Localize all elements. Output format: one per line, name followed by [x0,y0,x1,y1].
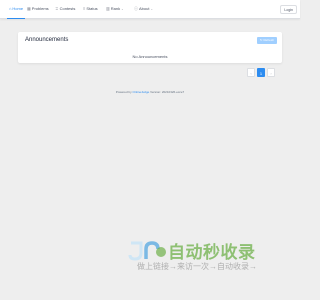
empty-announcements-text: No Announcements [132,54,168,59]
watermark-subtitle: 做上链接→来访一次→自动收录→ [137,262,257,271]
nav-item-problems[interactable]: ▦Problems [27,0,49,18]
footer-project-link[interactable]: OnlineJudge [132,90,149,94]
pagination-prev-button[interactable]: ‹ [247,68,255,77]
grid-icon: ▦ [27,6,31,11]
nav-item-label: Problems [31,6,49,11]
nav-item-label: Rank [110,6,121,11]
watermark: 自动秒收录 做上链接→来访一次→自动收录→ [128,235,278,275]
top-navbar: ⌂Home ▦Problems ♖Contests ≡Status ▥Rank⌄… [0,0,300,19]
refresh-icon: ↻ [259,38,263,42]
nav-item-status[interactable]: ≡Status [83,0,98,18]
announcements-title: Announcements [25,37,69,43]
nav-item-home[interactable]: ⌂Home [6,0,26,19]
nav-item-label: Contests [59,6,76,11]
info-icon: ⓘ [134,6,138,11]
refresh-button-label: Refresh [263,38,275,42]
nav-item-label: Status [86,6,98,11]
trophy-icon: ♖ [55,6,59,11]
footer-version: Version: 20210326-ecce7 [150,90,185,94]
nav-item-rank[interactable]: ▥Rank⌄ [106,0,124,18]
nav-item-contests[interactable]: ♖Contests [55,0,75,18]
status-icon: ≡ [83,6,86,11]
pagination-next-button[interactable]: › [267,68,275,77]
nav-item-label: About [139,6,150,11]
nav-item-about[interactable]: ⓘAbout⌄ [134,0,153,18]
announcements-header: Announcements ↻Refresh [18,32,282,50]
footer: Powered by OnlineJudge Version: 20210326… [0,90,300,94]
watermark-title: 自动秒收录 [168,243,256,262]
refresh-button[interactable]: ↻Refresh [257,37,277,44]
nav-item-label: Home [12,6,24,11]
pagination-page-1[interactable]: 1 [257,68,265,77]
rank-icon: ▥ [106,6,110,11]
footer-powered-by: Powered by [115,90,132,94]
login-button[interactable]: Login [280,5,297,14]
chevron-down-icon: ⌄ [150,7,153,11]
chevron-down-icon: ⌄ [121,7,124,11]
watermark-logo [128,241,166,261]
